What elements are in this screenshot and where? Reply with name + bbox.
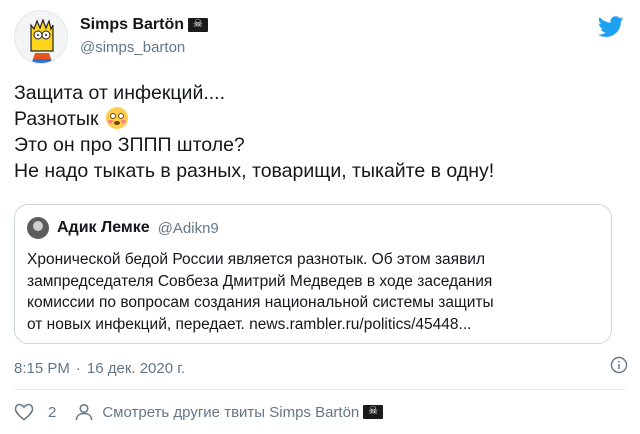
divider: [14, 389, 626, 390]
tweet-date: 16 дек. 2020 г.: [86, 360, 186, 377]
tweet-line: Защита от инфекций....: [14, 82, 226, 104]
quoted-line: зампредседателя Совбеза Дмитрий Медведев…: [27, 272, 493, 290]
flushed-face-emoji: [106, 107, 129, 129]
heart-icon[interactable]: [14, 403, 34, 421]
quoted-line: от новых инфекций, передает. news.ramble…: [27, 315, 472, 333]
author-avatar[interactable]: [14, 10, 68, 64]
tweet-time: 8:15 PM: [14, 360, 70, 377]
author-display-name[interactable]: Simps Bartön: [80, 16, 184, 34]
quoted-tweet-card[interactable]: Адик Лемке @Adikn9 Хронической бедой Рос…: [14, 204, 612, 344]
timestamp-separator: ·: [75, 360, 81, 377]
author-display-name-row[interactable]: Simps Bartön: [80, 16, 209, 34]
quoted-author-name: Адик Лемке: [57, 219, 150, 236]
author-names: Simps Bartön @simps_barton: [80, 16, 209, 56]
tweet-line: Не надо тыкать в разных, товарищи, тыкай…: [14, 160, 495, 182]
tweet-line-with-emoji: Разнотык: [14, 106, 626, 132]
tweet-timestamp[interactable]: 8:15 PM · 16 дек. 2020 г.: [14, 360, 185, 377]
more-tweets-label: Смотреть другие твиты Simps Bartön: [102, 403, 360, 421]
twitter-bird-icon[interactable]: [598, 16, 624, 38]
tweet-text: Защита от инфекций.... Разнотык Это он п…: [14, 80, 626, 184]
tweet-actions: 2 Смотреть другие твиты Simps Bartön: [14, 403, 384, 421]
quoted-line: комиссии по вопросам создания национальн…: [27, 294, 494, 311]
tweet-line: Разнотык: [14, 108, 99, 130]
info-icon[interactable]: [610, 356, 628, 374]
quoted-tweet-text: Хронической бедой России является разнот…: [27, 249, 603, 335]
tweet-line: Это он про ЗППП штоле?: [14, 134, 245, 156]
pirate-flag-icon: [188, 17, 209, 32]
like-count[interactable]: 2: [48, 404, 56, 421]
quoted-tweet-header: Адик Лемке @Adikn9: [27, 217, 219, 239]
quoted-author-avatar: [27, 217, 49, 239]
quoted-line: Хронической бедой России является разнот…: [27, 251, 486, 268]
quoted-author-handle: @Adikn9: [157, 219, 219, 237]
more-tweets-link[interactable]: Смотреть другие твиты Simps Bartön: [102, 403, 384, 421]
pirate-flag-icon: [363, 404, 384, 419]
user-icon: [76, 403, 93, 421]
tweet-header: Simps Bartön @simps_barton: [14, 10, 626, 66]
author-handle[interactable]: @simps_barton: [80, 39, 208, 56]
